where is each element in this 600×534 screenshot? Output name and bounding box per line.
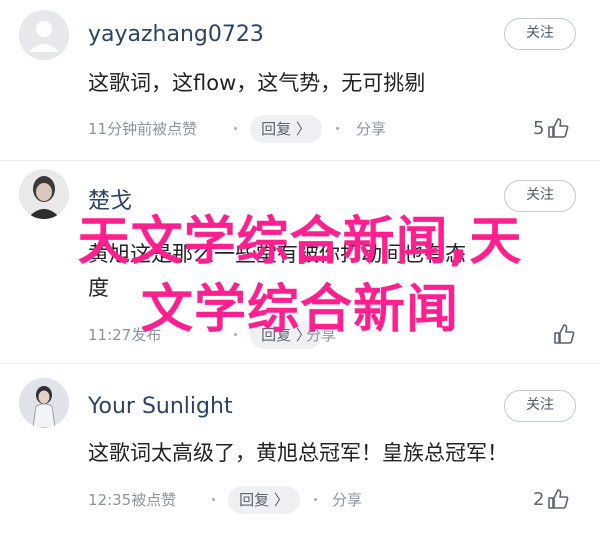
separator-dot [234,127,237,130]
follow-button[interactable]: 关注 [504,18,576,50]
default-user-icon [19,10,69,60]
comment-text: 这歌词太高级了，黄旭总冠军！皇族总冠军！ [88,441,508,465]
follow-button[interactable]: 关注 [504,180,576,212]
share-button[interactable]: 分享 [356,115,386,143]
reply-button[interactable]: 回复 〉 [228,486,300,514]
like-button[interactable]: 2 [533,486,583,514]
avatar[interactable] [19,378,69,428]
overlay-headline-line1: 天文学综合新闻,天 [77,212,523,272]
like-button[interactable]: 5 [533,115,583,143]
overlay-headline-line2: 文学综合新闻 [140,280,459,340]
separator-dot [212,498,215,501]
comment-text: 这歌词，这flow，这气势，无可挑剔 [88,71,426,95]
username[interactable]: Your Sunlight [88,394,233,419]
comment-item: Your Sunlight 关注 这歌词太高级了，黄旭总冠军！皇族总冠军！ 12… [0,364,600,534]
comment-meta: 12:35被点赞 回复 〉 分享 [88,486,528,514]
separator-dot [336,127,339,130]
like-count: 5 [533,118,545,139]
follow-button[interactable]: 关注 [504,390,576,422]
avatar[interactable] [19,10,69,60]
comment-time: 12:35被点赞 [88,491,177,509]
reply-button[interactable]: 回复 〉 [250,115,322,143]
username[interactable]: yayazhang0723 [88,22,264,47]
thumbs-up-icon [548,118,569,138]
thumbs-up-icon [548,489,569,509]
comment-item: yayazhang0723 关注 这歌词，这flow，这气势，无可挑剔 11分钟… [0,0,600,160]
user-photo-icon [19,378,69,428]
comment-time: 11分钟前被点赞 [88,120,198,138]
share-button[interactable]: 分享 [332,486,362,514]
comment-meta: 11分钟前被点赞 回复 〉 分享 [88,115,528,143]
separator-dot [314,498,317,501]
like-count: 2 [533,489,545,510]
